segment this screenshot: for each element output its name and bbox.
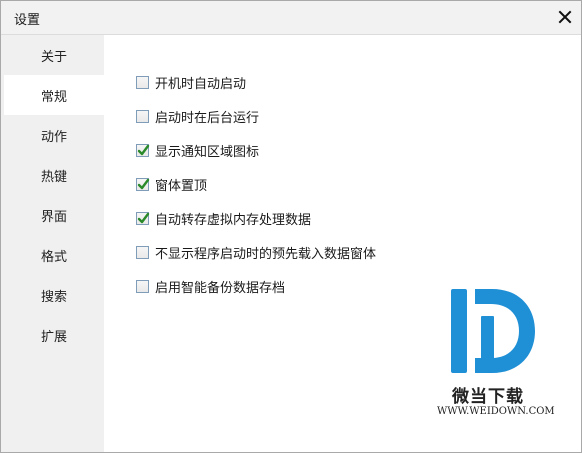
option-smart-backup[interactable]: 启用智能备份数据存档 — [136, 278, 286, 296]
checkbox[interactable] — [136, 279, 149, 293]
checkbox[interactable] — [136, 211, 150, 225]
watermark-brand: 微当下载 — [452, 387, 524, 407]
sidebar-item-label: 常规 — [40, 89, 67, 105]
sidebar-item-label: 动作 — [40, 129, 67, 145]
sidebar-item-format[interactable]: 格式 — [4, 235, 104, 275]
option-always-on-top[interactable]: 窗体置顶 — [136, 176, 208, 194]
watermark: 微当下载 WWW.WEIDOWN.COM — [434, 286, 555, 421]
option-label: 窗体置顶 — [155, 178, 208, 194]
sidebar-item-search[interactable]: 搜索 — [4, 275, 104, 315]
sidebar-item-label: 热键 — [40, 169, 67, 185]
sidebar-nav: 关于 常规 动作 热键 界面 格式 搜索 扩展 — [1, 35, 104, 452]
sidebar-item-interface[interactable]: 界面 — [4, 195, 104, 235]
option-label: 开机时自动启动 — [155, 76, 247, 92]
sidebar-item-label: 扩展 — [40, 329, 67, 345]
option-auto-dump-memory[interactable]: 自动转存虚拟内存处理数据 — [136, 210, 312, 228]
sidebar-item-general[interactable]: 常规 — [4, 75, 104, 115]
sidebar-item-label: 关于 — [40, 49, 67, 65]
checkmark-icon — [137, 144, 150, 155]
sidebar-item-label: 格式 — [40, 249, 67, 265]
checkmark-icon — [137, 212, 150, 223]
option-label: 显示通知区域图标 — [155, 144, 260, 160]
title-bar: 设置 — [1, 1, 581, 35]
option-autostart[interactable]: 开机时自动启动 — [136, 74, 247, 92]
checkbox[interactable] — [136, 109, 149, 123]
option-label: 自动转存虚拟内存处理数据 — [155, 212, 312, 228]
checkbox[interactable] — [136, 245, 149, 259]
weidown-logo-icon — [451, 289, 535, 373]
checkbox[interactable] — [136, 177, 150, 191]
close-button[interactable] — [553, 5, 577, 29]
option-label: 启用智能备份数据存档 — [155, 280, 286, 296]
sidebar-item-actions[interactable]: 动作 — [4, 115, 104, 155]
checkbox[interactable] — [136, 75, 149, 89]
sidebar-item-label: 界面 — [40, 209, 67, 225]
option-start-in-background[interactable]: 启动时在后台运行 — [136, 108, 260, 126]
option-show-tray-icon[interactable]: 显示通知区域图标 — [136, 142, 260, 160]
watermark-url: WWW.WEIDOWN.COM — [437, 406, 555, 417]
close-icon — [558, 10, 572, 24]
sidebar-item-hotkeys[interactable]: 热键 — [4, 155, 104, 195]
checkbox[interactable] — [136, 143, 150, 157]
checkmark-icon — [137, 178, 150, 189]
sidebar-item-extensions[interactable]: 扩展 — [4, 315, 104, 355]
option-hide-preload-window[interactable]: 不显示程序启动时的预先载入数据窗体 — [136, 244, 377, 262]
settings-window: 设置 关于 常规 动作 热键 界面 格式 搜索 扩展 开机时自动启动 启动时在后… — [0, 0, 582, 453]
option-label: 启动时在后台运行 — [155, 110, 260, 126]
window-title: 设置 — [14, 13, 41, 28]
option-label: 不显示程序启动时的预先载入数据窗体 — [155, 246, 377, 262]
sidebar-item-label: 搜索 — [40, 289, 67, 305]
sidebar-item-about[interactable]: 关于 — [4, 35, 104, 75]
